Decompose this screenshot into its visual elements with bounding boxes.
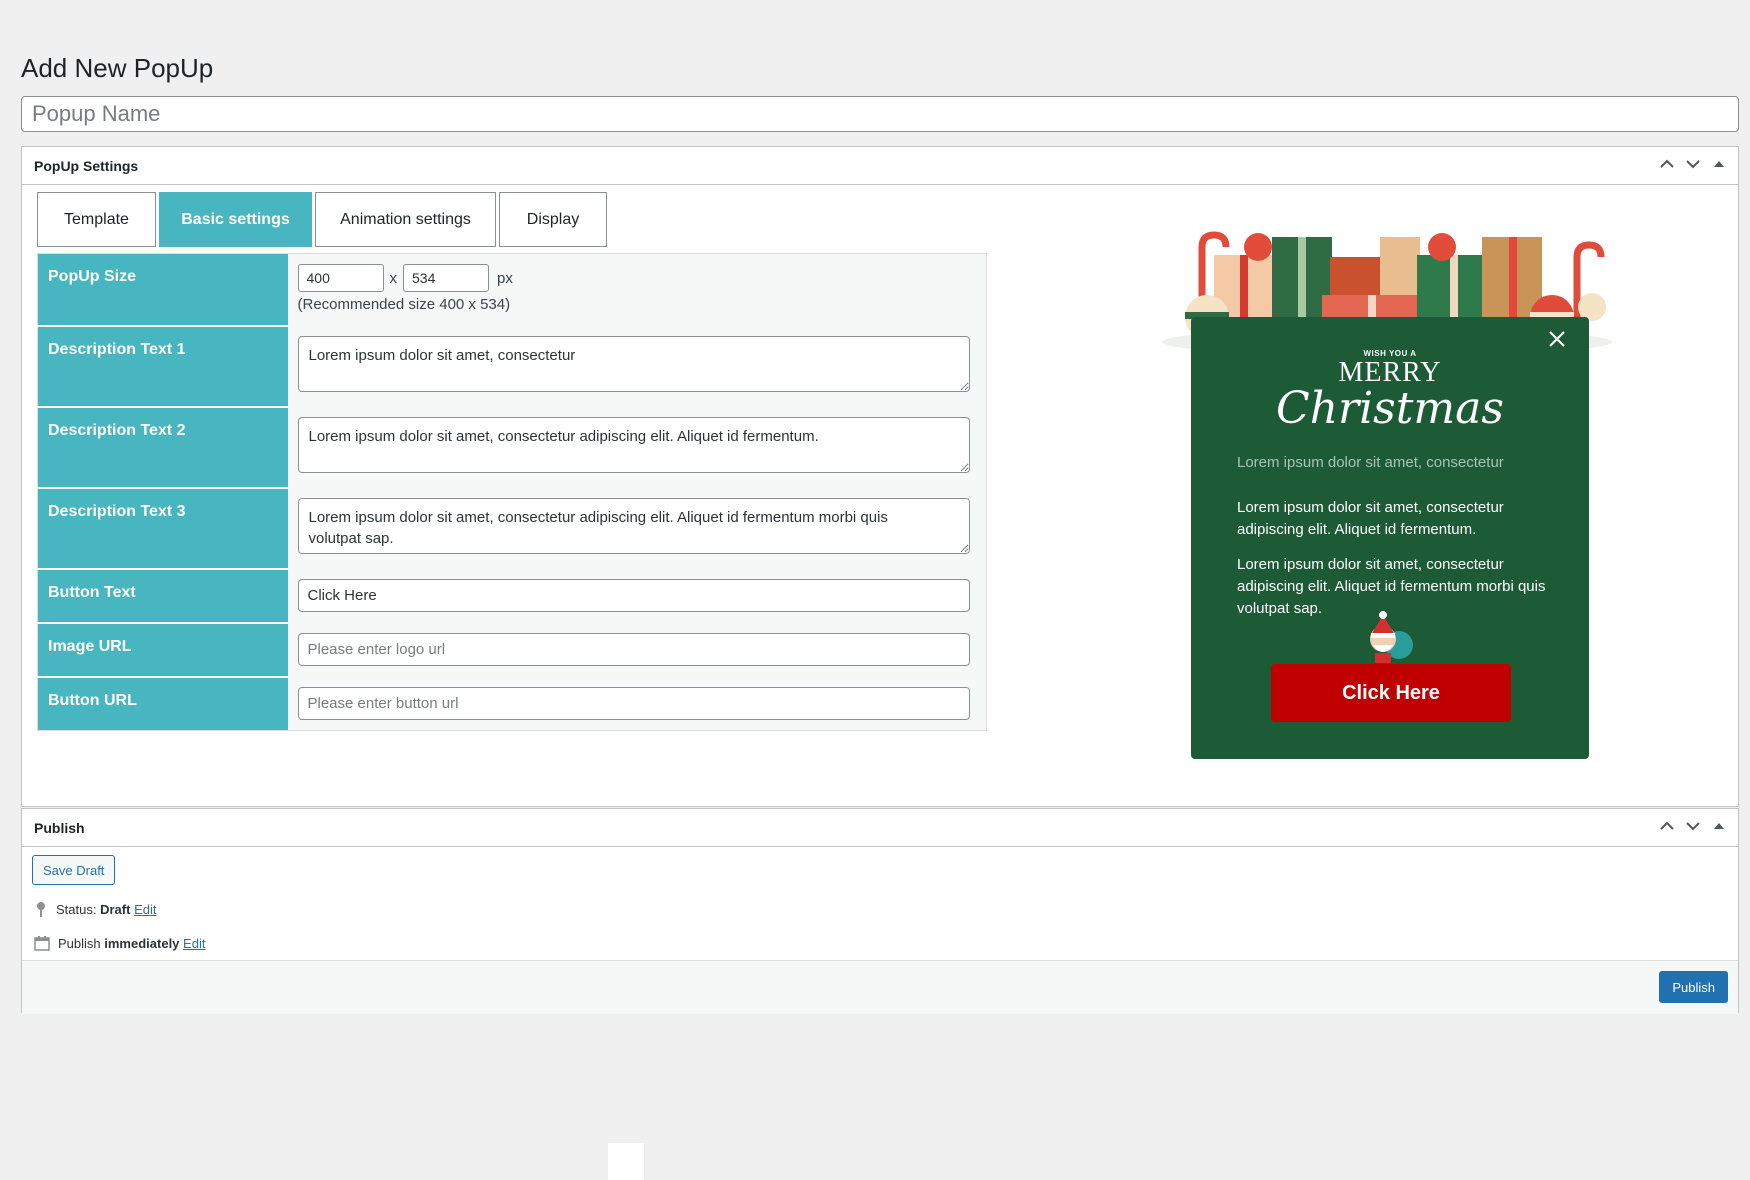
publish-schedule-row: Publish immediately Edit (34, 935, 205, 951)
status-value: Draft (100, 901, 131, 917)
label-popup-size: PopUp Size (37, 253, 288, 327)
preview-click-button[interactable]: Click Here (1271, 664, 1511, 722)
edit-status-link[interactable]: Edit (134, 902, 156, 917)
label-description-1: Description Text 1 (37, 325, 288, 408)
tab-template[interactable]: Template (37, 192, 156, 247)
field-description-3: Lorem ipsum dolor sit amet, consectetur … (288, 488, 987, 569)
close-icon[interactable] (1545, 327, 1569, 351)
collapse-toggle-icon[interactable] (1710, 817, 1728, 835)
publish-schedule-value: immediately (104, 935, 180, 951)
field-image-url (288, 623, 987, 677)
publish-title: Publish (34, 820, 85, 836)
row-description-1: Description Text 1 Lorem ipsum dolor sit… (37, 325, 987, 408)
row-description-3: Description Text 3 Lorem ipsum dolor sit… (37, 487, 987, 570)
field-description-2: Lorem ipsum dolor sit amet, consectetur … (288, 407, 987, 488)
image-url-input[interactable] (297, 632, 970, 666)
preview-description-2: Lorem ipsum dolor sit amet, consectetur … (1237, 499, 1504, 538)
move-down-icon[interactable] (1684, 155, 1702, 173)
field-popup-size: x px (Recommended size 400 x 534) (288, 254, 987, 326)
preview-description-1: Lorem ipsum dolor sit amet, consectetur (1237, 454, 1504, 471)
pin-icon (37, 902, 45, 917)
popup-settings-handles (1658, 155, 1728, 173)
row-description-2: Description Text 2 Lorem ipsum dolor sit… (37, 406, 987, 489)
publish-footer: Publish (22, 960, 1738, 1014)
label-button-text: Button Text (37, 568, 288, 624)
move-up-icon[interactable] (1658, 155, 1676, 173)
row-popup-size: PopUp Size x px (Recommended size 400 x … (37, 253, 987, 327)
basic-settings-table: PopUp Size x px (Recommended size 400 x … (37, 253, 987, 731)
row-button-text: Button Text (37, 568, 987, 624)
popup-settings-header: PopUp Settings (22, 147, 1738, 185)
popup-settings-box: PopUp Settings Template Basic settings A… (21, 146, 1739, 807)
publish-schedule-label: Publish (58, 935, 101, 951)
tab-display[interactable]: Display (499, 192, 607, 247)
popup-height-input[interactable] (403, 264, 489, 292)
move-down-icon[interactable] (1684, 817, 1702, 835)
button-url-input[interactable] (297, 686, 970, 720)
popup-settings-title: PopUp Settings (34, 158, 139, 174)
label-description-3: Description Text 3 (37, 487, 288, 570)
calendar-icon (34, 936, 50, 951)
description-3-textarea[interactable]: Lorem ipsum dolor sit amet, consectetur … (297, 497, 970, 554)
field-button-text (288, 569, 987, 623)
description-2-textarea[interactable]: Lorem ipsum dolor sit amet, consectetur … (297, 416, 970, 473)
size-unit: px (497, 269, 513, 287)
popup-width-input[interactable] (297, 264, 384, 292)
field-description-1: Lorem ipsum dolor sit amet, consectetur (288, 326, 987, 407)
popup-preview-body: WISH YOU A MERRY Christmas Lorem ipsum d… (1191, 317, 1589, 759)
tab-animation-settings[interactable]: Animation settings (315, 192, 496, 247)
popup-name-input[interactable] (21, 96, 1739, 132)
status-row: Status: Draft Edit (34, 901, 156, 917)
label-description-2: Description Text 2 (37, 406, 288, 489)
bottom-tab-fragment (608, 1143, 644, 1180)
field-button-url (288, 677, 987, 731)
popup-preview: WISH YOU A MERRY Christmas Lorem ipsum d… (1152, 217, 1622, 767)
status-label: Status: (56, 901, 97, 917)
row-button-url: Button URL (37, 676, 987, 731)
collapse-toggle-icon[interactable] (1710, 155, 1728, 173)
preview-christmas-text: Christmas (1276, 383, 1504, 434)
save-draft-button[interactable]: Save Draft (32, 855, 116, 885)
row-image-url: Image URL (37, 622, 987, 678)
santa-icon (1370, 611, 1413, 663)
button-text-input[interactable] (297, 578, 970, 612)
page-title: Add New PopUp (21, 53, 214, 83)
preview-description-3-line-1: Lorem ipsum dolor sit amet, consectetur … (1237, 556, 1546, 595)
label-button-url: Button URL (37, 676, 288, 731)
edit-schedule-link[interactable]: Edit (183, 936, 205, 951)
publish-button[interactable]: Publish (1659, 971, 1728, 1003)
settings-tabs: Template Basic settings Animation settin… (37, 192, 607, 247)
size-separator: x (389, 269, 398, 287)
publish-header: Publish (22, 809, 1738, 847)
move-up-icon[interactable] (1658, 817, 1676, 835)
tab-basic-settings[interactable]: Basic settings (159, 192, 312, 247)
publish-handles (1658, 817, 1728, 835)
label-image-url: Image URL (37, 622, 288, 678)
description-1-textarea[interactable]: Lorem ipsum dolor sit amet, consectetur (297, 335, 970, 392)
size-recommendation: (Recommended size 400 x 534) (297, 296, 511, 313)
publish-box: Publish Save Draft Status: Draft Edit Pu… (21, 808, 1739, 1014)
